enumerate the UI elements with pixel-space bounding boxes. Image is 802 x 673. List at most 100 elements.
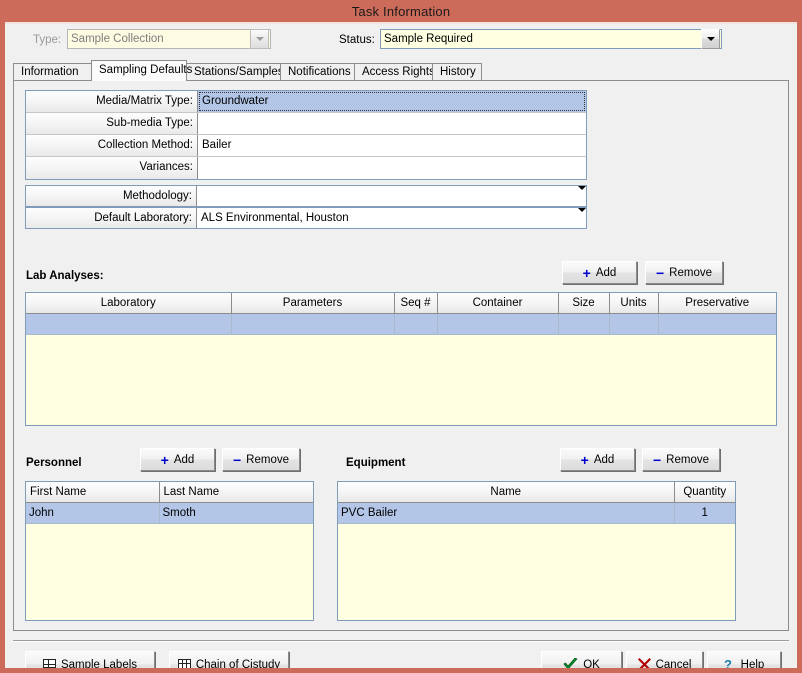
question-mark-icon: ? xyxy=(724,658,736,672)
cell-first-name[interactable]: John xyxy=(26,502,159,523)
lab-analyses-add-label: Add xyxy=(596,267,616,279)
variances-value[interactable] xyxy=(198,157,586,179)
default-laboratory-combobox[interactable]: ALS Environmental, Houston xyxy=(197,207,587,229)
column-header-size[interactable]: Size xyxy=(558,293,609,313)
sample-labels-label: Sample Labels xyxy=(61,659,137,671)
table-row[interactable]: PVC Bailer 1 xyxy=(338,502,735,523)
help-mnemonic: H xyxy=(741,659,749,671)
column-header-parameters[interactable]: Parameters xyxy=(231,293,394,313)
field-row-variances[interactable]: Variances: xyxy=(26,157,586,179)
plus-icon: + xyxy=(583,268,591,278)
lab-analyses-label: Lab Analyses: xyxy=(26,270,104,282)
footer-separator xyxy=(13,640,789,642)
personnel-add-button[interactable]: + Add xyxy=(140,448,215,471)
equipment-remove-label: Remove xyxy=(666,454,709,466)
column-header-laboratory[interactable]: Laboratory xyxy=(26,293,231,313)
cell-equipment-name[interactable]: PVC Bailer xyxy=(338,502,674,523)
field-row-collection-method[interactable]: Collection Method: Bailer xyxy=(26,135,586,157)
table-row[interactable] xyxy=(26,313,776,334)
field-row-media-matrix-type[interactable]: Media/Matrix Type: Groundwater xyxy=(26,91,586,113)
type-combobox[interactable]: Sample Collection xyxy=(67,29,271,49)
sampling-defaults-field-grid: Media/Matrix Type: Groundwater Sub-media… xyxy=(25,90,587,180)
cell-laboratory[interactable] xyxy=(26,313,231,334)
lab-analyses-grid[interactable]: Laboratory Parameters Seq # Container Si… xyxy=(25,292,777,426)
equipment-remove-button[interactable]: − Remove xyxy=(642,448,720,471)
tab-notifications[interactable]: Notifications xyxy=(280,63,355,81)
status-combobox[interactable]: Sample Required xyxy=(380,29,722,49)
window-title: Task Information xyxy=(352,4,451,19)
methodology-row: Methodology: xyxy=(25,185,587,207)
field-row-sub-media-type[interactable]: Sub-media Type: xyxy=(26,113,586,135)
minus-icon: − xyxy=(233,455,241,465)
lab-analyses-header-row: Laboratory Parameters Seq # Container Si… xyxy=(26,293,776,313)
default-laboratory-label: Default Laboratory: xyxy=(25,207,197,229)
chevron-down-icon[interactable] xyxy=(701,29,720,49)
cell-parameters[interactable] xyxy=(231,313,394,334)
variances-label: Variances: xyxy=(26,157,198,179)
svg-text:?: ? xyxy=(724,658,732,672)
equipment-grid[interactable]: Name Quantity PVC Bailer 1 xyxy=(337,481,736,621)
equipment-header-row: Name Quantity xyxy=(338,482,735,502)
column-header-container[interactable]: Container xyxy=(437,293,558,313)
task-information-dialog: Task Information Type: Sample Collection… xyxy=(0,0,802,673)
methodology-combobox[interactable] xyxy=(197,185,587,207)
lab-analyses-add-button[interactable]: + Add xyxy=(562,261,637,284)
chain-of-custody-label: Chain of Cistudy xyxy=(196,659,280,671)
personnel-add-label: Add xyxy=(174,454,194,466)
column-header-seq[interactable]: Seq # xyxy=(394,293,437,313)
columns-icon xyxy=(178,659,191,671)
cell-preservative[interactable] xyxy=(658,313,776,334)
cell-size[interactable] xyxy=(558,313,609,334)
column-header-name[interactable]: Name xyxy=(338,482,674,502)
sample-labels-button[interactable]: Sample Labels xyxy=(25,651,155,673)
check-icon xyxy=(563,658,578,671)
lab-analyses-remove-label: Remove xyxy=(669,267,712,279)
minus-icon: − xyxy=(656,268,664,278)
cell-seq[interactable] xyxy=(394,313,437,334)
sampling-defaults-panel: Media/Matrix Type: Groundwater Sub-media… xyxy=(13,80,789,631)
media-matrix-type-value[interactable]: Groundwater xyxy=(198,91,586,112)
table-row[interactable]: John Smoth xyxy=(26,502,313,523)
column-header-quantity[interactable]: Quantity xyxy=(674,482,735,502)
ok-label: OK xyxy=(583,659,600,671)
type-label: Type: xyxy=(33,33,61,47)
sub-media-type-value[interactable] xyxy=(198,113,586,134)
tab-information[interactable]: Information xyxy=(13,63,92,81)
type-value: Sample Collection xyxy=(68,30,250,48)
chevron-down-icon[interactable] xyxy=(250,29,269,49)
collection-method-label: Collection Method: xyxy=(26,135,198,156)
tab-strip: Information Sampling Defaults Stations/S… xyxy=(13,60,797,81)
cancel-button[interactable]: Cancel xyxy=(626,651,703,673)
equipment-add-button[interactable]: + Add xyxy=(560,448,635,471)
chevron-down-icon[interactable] xyxy=(578,190,586,202)
sub-media-type-label: Sub-media Type: xyxy=(26,113,198,134)
cell-last-name[interactable]: Smoth xyxy=(159,502,313,523)
plus-icon: + xyxy=(161,455,169,465)
methodology-label: Methodology: xyxy=(25,185,197,207)
collection-method-value[interactable]: Bailer xyxy=(198,135,586,156)
cell-units[interactable] xyxy=(609,313,658,334)
chevron-down-icon[interactable] xyxy=(578,212,586,224)
tab-stations-samples[interactable]: Stations/Samples xyxy=(186,63,281,81)
lab-analyses-remove-button[interactable]: − Remove xyxy=(645,261,723,284)
cell-container[interactable] xyxy=(437,313,558,334)
column-header-first-name[interactable]: First Name xyxy=(26,482,159,502)
chain-of-custody-button[interactable]: Chain of Cistudy xyxy=(169,651,289,673)
status-value: Sample Required xyxy=(381,30,701,48)
personnel-remove-button[interactable]: − Remove xyxy=(222,448,300,471)
dialog-client-area: Type: Sample Collection Status: Sample R… xyxy=(5,24,797,668)
minus-icon: − xyxy=(653,455,661,465)
tab-sampling-defaults[interactable]: Sampling Defaults xyxy=(91,60,187,81)
personnel-grid[interactable]: First Name Last Name John Smoth xyxy=(25,481,314,621)
cell-equipment-quantity[interactable]: 1 xyxy=(674,502,735,523)
table-icon xyxy=(43,659,56,671)
help-rest: elp xyxy=(749,659,764,671)
column-header-units[interactable]: Units xyxy=(609,293,658,313)
help-button[interactable]: ? Help xyxy=(707,651,781,673)
ok-button[interactable]: OK xyxy=(541,651,622,673)
tab-access-rights[interactable]: Access Rights xyxy=(354,63,433,81)
close-icon xyxy=(638,658,651,671)
column-header-preservative[interactable]: Preservative xyxy=(658,293,776,313)
column-header-last-name[interactable]: Last Name xyxy=(159,482,313,502)
tab-history[interactable]: History xyxy=(432,63,482,81)
